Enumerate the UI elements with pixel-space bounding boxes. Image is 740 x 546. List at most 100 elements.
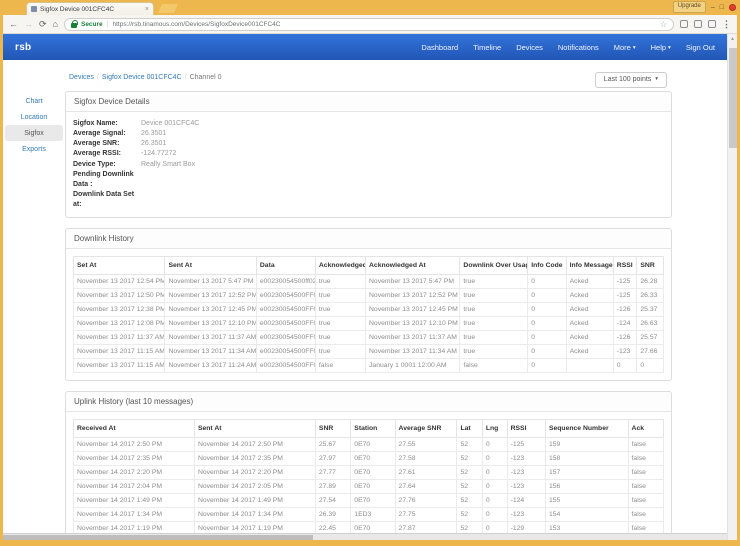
new-tab-button[interactable] (158, 4, 178, 13)
table-cell: 0E70 (351, 480, 395, 494)
table-cell: November 14 2017 2:20 PM (74, 466, 195, 480)
bookmark-star-icon[interactable]: ☆ (660, 20, 667, 29)
extension-icon[interactable] (708, 20, 716, 28)
table-cell: 52 (457, 466, 482, 480)
points-dropdown-button[interactable]: Last 100 points ▾ (595, 72, 667, 88)
minimize-icon[interactable]: – (711, 4, 715, 11)
tab-title: Sigfox Device 001CFC4C (40, 6, 142, 13)
nav-item-help[interactable]: Help▾ (651, 43, 671, 52)
table-cell: November 14 2017 1:34 PM (194, 508, 315, 522)
table-cell: false (628, 494, 663, 508)
table-cell: November 13 2017 11:34 AM (366, 345, 460, 359)
nav-item-notifications[interactable]: Notifications (558, 43, 599, 52)
table-cell: 0 (528, 303, 566, 317)
breadcrumb-devices[interactable]: Devices (69, 74, 94, 81)
nav-item-devices[interactable]: Devices (516, 43, 543, 52)
back-icon[interactable]: ← (9, 20, 18, 29)
detail-label: Pending Downlink Data : (73, 170, 137, 190)
table-cell: true (315, 289, 365, 303)
table-cell: 0 (482, 452, 507, 466)
detail-label: Average Signal: (73, 129, 137, 139)
refresh-icon[interactable]: ⟳ (39, 20, 47, 29)
home-icon[interactable]: ⌂ (53, 20, 58, 29)
detail-label: Sigfox Name: (73, 119, 137, 129)
table-cell: 26.33 (637, 289, 664, 303)
detail-field: Average Signal:26.3501 (73, 129, 664, 139)
omnibox-separator: | (107, 21, 109, 28)
browser-tab[interactable]: Sigfox Device 001CFC4C × (26, 2, 154, 15)
table-cell: false (628, 480, 663, 494)
detail-label: Downlink Data Set at: (73, 190, 137, 210)
recording-indicator-icon (729, 4, 736, 11)
table-cell: true (315, 275, 365, 289)
browser-menu-icon[interactable]: ⋮ (722, 19, 731, 30)
extension-icon[interactable] (680, 20, 688, 28)
table-cell: 0E70 (351, 494, 395, 508)
url-text[interactable]: https://rsb.tinamous.com/Devices/SigfoxD… (113, 21, 281, 28)
scrollbar-thumb[interactable] (729, 48, 737, 148)
page-content: Devices/Sigfox Device 001CFC4C/Channel 0… (3, 60, 727, 533)
sidebar-item-sigfox[interactable]: Sigfox (5, 125, 63, 141)
table-cell: e00230054500FF02 (256, 331, 315, 345)
column-header: Ack (628, 420, 663, 438)
scrollbar-thumb[interactable] (3, 535, 313, 540)
forward-icon[interactable]: → (24, 20, 33, 29)
breadcrumb-device[interactable]: Sigfox Device 001CFC4C (102, 74, 182, 81)
address-bar[interactable]: Secure | https://rsb.tinamous.com/Device… (64, 18, 674, 31)
table-cell: November 13 2017 12:54 PM (74, 275, 165, 289)
table-cell: November 13 2017 11:34 AM (165, 345, 256, 359)
device-details-body: Sigfox Name:Device 001CFC4C Average Sign… (66, 112, 671, 217)
table-row: November 14 2017 1:49 PMNovember 14 2017… (74, 494, 664, 508)
table-cell: November 13 2017 11:15 AM (74, 359, 165, 373)
detail-value: 26.3501 (137, 129, 166, 139)
brand-logo[interactable]: rsb (15, 42, 31, 53)
table-cell: November 14 2017 2:35 PM (194, 452, 315, 466)
table-cell: -125 (507, 438, 545, 452)
table-cell: November 13 2017 12:50 PM (74, 289, 165, 303)
sidebar-item-location[interactable]: Location (5, 109, 63, 125)
detail-value: 26.3501 (137, 139, 166, 149)
table-cell: e00230054500FF02 (256, 317, 315, 331)
nav-links: Dashboard Timeline Devices Notifications… (421, 43, 715, 52)
table-cell: 0 (528, 331, 566, 345)
vertical-scrollbar[interactable]: ▲ (727, 34, 737, 540)
table-cell: 0 (637, 359, 664, 373)
detail-field: Downlink Data Set at: (73, 190, 664, 210)
table-cell: -124 (507, 494, 545, 508)
table-cell: 27.75 (395, 508, 457, 522)
table-cell: 0 (528, 275, 566, 289)
table-cell: 27.58 (395, 452, 457, 466)
table-row: November 13 2017 12:54 PMNovember 13 201… (74, 275, 664, 289)
nav-item-sign-out[interactable]: Sign Out (686, 43, 715, 52)
column-header: Sequence Number (545, 420, 628, 438)
nav-item-dashboard[interactable]: Dashboard (421, 43, 458, 52)
table-cell: e00230054500FF02 (256, 289, 315, 303)
table-cell: false (460, 359, 528, 373)
maximize-icon[interactable]: □ (720, 4, 724, 11)
table-cell: Acked (566, 289, 613, 303)
nav-item-more[interactable]: More▾ (614, 43, 636, 52)
upgrade-button[interactable]: Upgrade (673, 1, 706, 12)
tab-strip: Sigfox Device 001CFC4C × Upgrade – □ (0, 0, 740, 15)
table-cell: -126 (613, 303, 637, 317)
table-cell: e00230054500ff02 (256, 275, 315, 289)
table-cell: 27.54 (315, 494, 350, 508)
table-cell: 25.57 (637, 331, 664, 345)
nav-item-timeline[interactable]: Timeline (473, 43, 501, 52)
secure-label: Secure (81, 21, 103, 28)
table-row: November 14 2017 1:19 PMNovember 14 2017… (74, 522, 664, 533)
extension-icon[interactable] (694, 20, 702, 28)
main-content: Sigfox Device Details Sigfox Name:Device… (65, 91, 672, 533)
breadcrumb-separator: / (185, 74, 187, 81)
browser-toolbar: ← → ⟳ ⌂ Secure | https://rsb.tinamous.co… (3, 15, 737, 34)
sidebar-item-exports[interactable]: Exports (5, 141, 63, 157)
table-cell: November 13 2017 5:47 PM (165, 275, 256, 289)
scroll-up-icon[interactable]: ▲ (728, 34, 737, 42)
table-cell: true (460, 317, 528, 331)
tab-close-icon[interactable]: × (145, 6, 149, 13)
table-cell: 153 (545, 522, 628, 533)
table-cell: true (460, 303, 528, 317)
sidebar-item-chart[interactable]: Chart (5, 93, 63, 109)
downlink-history-panel: Downlink History Set AtSent AtDataAcknow… (65, 228, 672, 381)
horizontal-scrollbar[interactable] (3, 533, 727, 540)
